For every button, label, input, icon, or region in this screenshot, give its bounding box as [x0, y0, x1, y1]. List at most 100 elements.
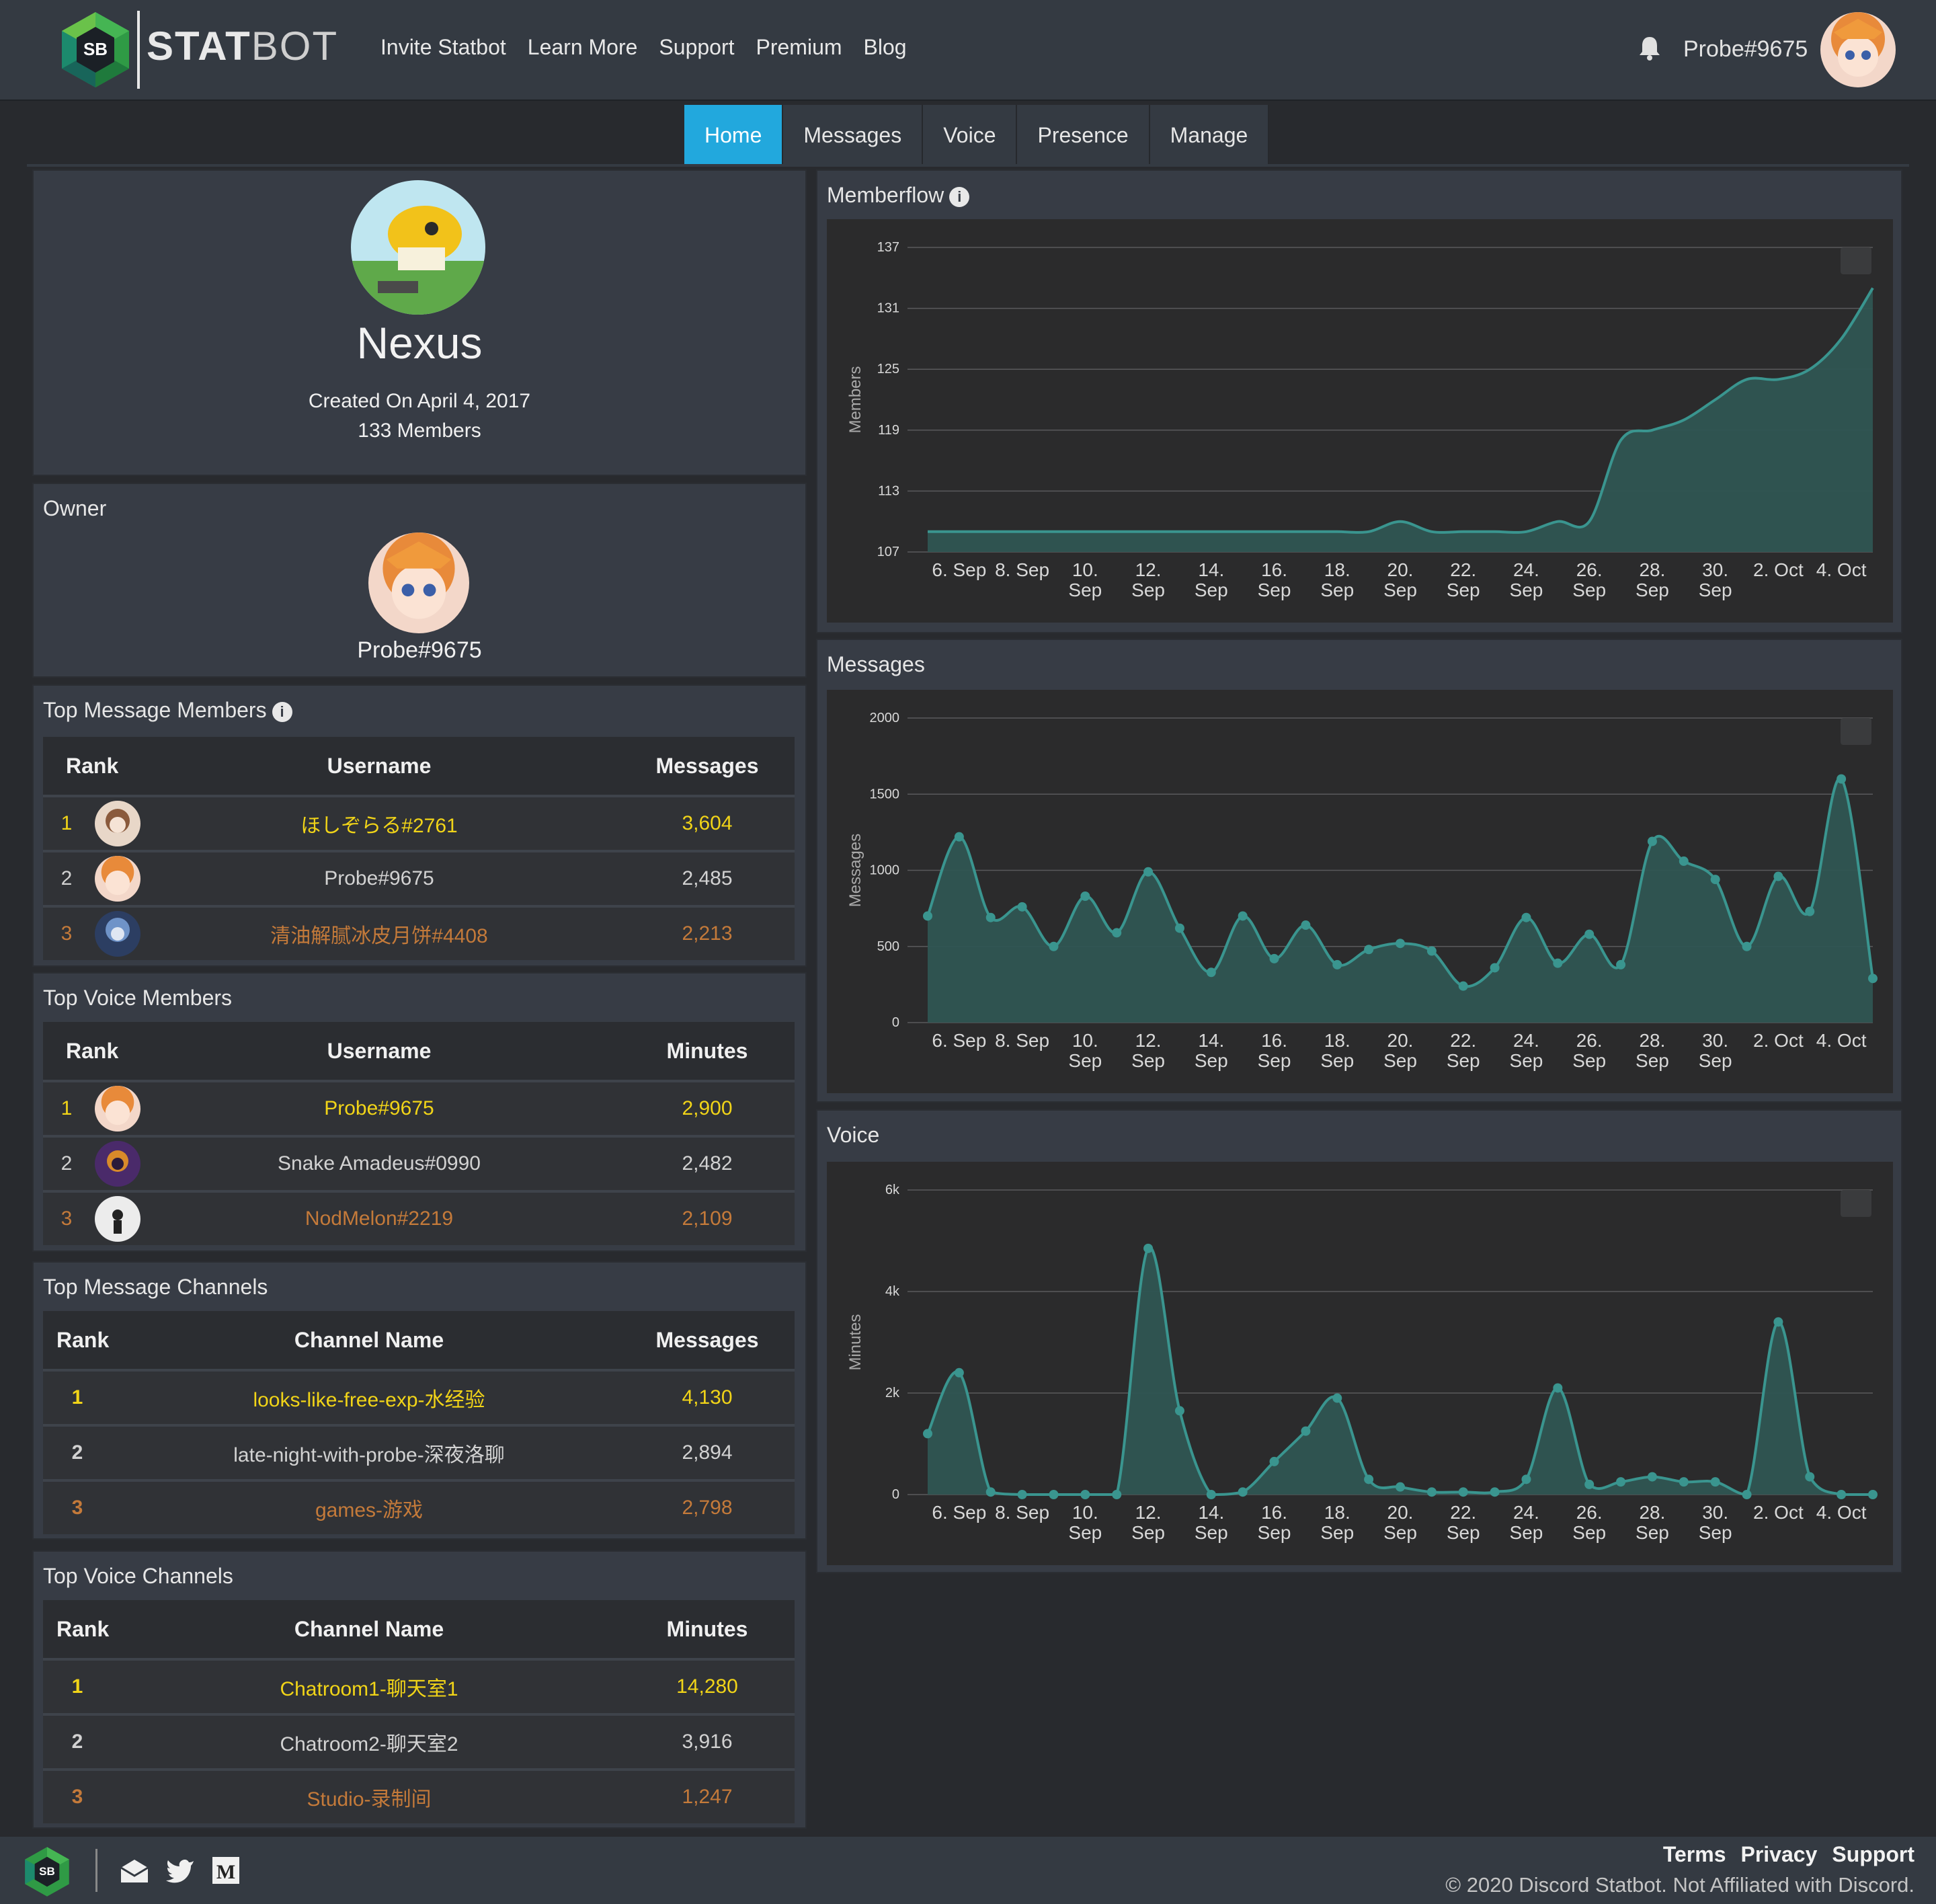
table-header: Rank Channel Name Minutes [43, 1600, 795, 1658]
data-point [1364, 1474, 1374, 1484]
data-point [985, 1487, 996, 1497]
data-point [1426, 1487, 1437, 1497]
username-cell[interactable]: Probe#9675 [144, 1082, 614, 1135]
nav-link-invite[interactable]: Invite Statbot [380, 35, 506, 60]
data-point [1269, 1456, 1279, 1466]
username-cell[interactable]: 清油解腻冰皮月饼#4408 [144, 908, 614, 960]
statbot-logo-icon[interactable]: SB [23, 1846, 71, 1897]
tab-presence[interactable]: Presence [1017, 105, 1150, 165]
table-row[interactable]: 2 Chatroom2-聊天室2 3,916 [43, 1713, 795, 1768]
mail-icon[interactable] [120, 1857, 149, 1884]
tab-home[interactable]: Home [684, 105, 784, 165]
top-voice-members-table: Rank Username Minutes 1 Probe#9675 2,900… [43, 1022, 795, 1245]
info-icon[interactable]: i [272, 701, 292, 722]
x-tick-label: 6. Sep [932, 559, 986, 580]
table-row[interactable]: 1 Chatroom1-聊天室1 14,280 [43, 1658, 795, 1713]
col-rank[interactable]: Rank [66, 737, 118, 795]
x-tick-label: 12. Sep [1131, 1502, 1165, 1543]
data-point [1017, 1490, 1027, 1499]
table-row[interactable]: 3 NodMelon#2219 2,109 [43, 1190, 795, 1245]
data-point [1805, 1472, 1815, 1482]
x-tick-label: 30. Sep [1699, 1502, 1732, 1543]
medium-icon[interactable]: M [211, 1857, 241, 1884]
col-username[interactable]: Username [144, 737, 614, 795]
col-rank[interactable]: Rank [66, 1022, 118, 1080]
svg-text:SB: SB [83, 39, 108, 59]
footer-link-terms[interactable]: Terms [1663, 1842, 1726, 1867]
data-point [1017, 902, 1027, 912]
table-row[interactable]: 2 Probe#9675 2,485 [43, 850, 795, 905]
channel-name-cell[interactable]: Chatroom2-聊天室2 [90, 1716, 648, 1768]
owner-name[interactable]: Probe#9675 [34, 637, 805, 664]
col-channel-name[interactable]: Channel Name [90, 1600, 648, 1658]
tab-voice[interactable]: Voice [923, 105, 1018, 165]
server-avatar [351, 180, 485, 315]
col-minutes[interactable]: Minutes [620, 1022, 795, 1080]
x-tick-label: 22. Sep [1447, 559, 1480, 600]
col-username[interactable]: Username [144, 1022, 614, 1080]
chart-menu-button[interactable] [1841, 247, 1871, 274]
channel-name-cell[interactable]: games-游戏 [90, 1482, 648, 1534]
nav-link-support[interactable]: Support [659, 35, 734, 60]
table-row[interactable]: 1 looks-like-free-exp-水经验 4,130 [43, 1369, 795, 1424]
footer-link-support[interactable]: Support [1832, 1842, 1914, 1867]
x-tick-label: 4. Oct [1816, 1030, 1867, 1051]
y-tick-label: 131 [877, 301, 899, 316]
top-message-members-table: Rank Username Messages 1 ほしぞらる#2761 3,60… [43, 737, 795, 960]
tab-manage[interactable]: Manage [1150, 105, 1270, 165]
table-row[interactable]: 2 late-night-with-probe-深夜洛聊 2,894 [43, 1424, 795, 1479]
col-messages[interactable]: Messages [620, 737, 795, 795]
rank-cell: 3 [61, 1207, 73, 1230]
username-cell[interactable]: Probe#9675 [144, 852, 614, 905]
bell-icon[interactable] [1638, 35, 1662, 62]
table-row[interactable]: 2 Snake Amadeus#0990 2,482 [43, 1135, 795, 1190]
nav-link-blog[interactable]: Blog [864, 35, 907, 60]
chart-menu-button[interactable] [1841, 718, 1871, 745]
data-point [1301, 920, 1311, 930]
footer-divider [95, 1849, 97, 1892]
username-cell[interactable]: Snake Amadeus#0990 [144, 1138, 614, 1190]
table-row[interactable]: 3 Studio-录制间 1,247 [43, 1768, 795, 1823]
table-row[interactable]: 3 games-游戏 2,798 [43, 1479, 795, 1534]
channel-name-cell[interactable]: Studio-录制间 [90, 1771, 648, 1823]
table-row[interactable]: 3 清油解腻冰皮月饼#4408 2,213 [43, 905, 795, 960]
col-channel-name[interactable]: Channel Name [90, 1311, 648, 1369]
statbot-logo-icon[interactable]: SB [59, 11, 132, 89]
x-tick-label: 14. Sep [1195, 1502, 1228, 1543]
twitter-icon[interactable] [165, 1857, 195, 1884]
channel-name-cell[interactable]: looks-like-free-exp-水经验 [90, 1372, 648, 1424]
svg-text:SB: SB [39, 1865, 55, 1878]
server-card: Nexus Created On April 4, 2017 133 Membe… [32, 169, 807, 476]
x-tick-label: 20. Sep [1383, 559, 1417, 600]
channel-name-cell[interactable]: Chatroom1-聊天室1 [90, 1661, 648, 1713]
chart-menu-button[interactable] [1841, 1190, 1871, 1217]
data-point [1553, 1383, 1563, 1393]
brand-wordmark[interactable]: STATBOT [147, 23, 338, 69]
voice-chart-svg: 0 2k 4k 6k Minutes 6. Sep 8. Sep 10. Sep 12. Sep 14… [846, 1183, 1878, 1543]
col-minutes[interactable]: Minutes [620, 1600, 795, 1658]
table-row[interactable]: 1 ほしぞらる#2761 3,604 [43, 795, 795, 850]
x-tick-label: 12. Sep [1131, 1030, 1165, 1071]
x-tick-label: 26. Sep [1572, 1502, 1606, 1543]
x-tick-label: 2. Oct [1753, 1502, 1804, 1523]
memberflow-chart: 107 113 119 125 131 137 Members 6. Sep 8. Sep 10.… [827, 219, 1893, 623]
x-tick-label: 10. Sep [1068, 1030, 1102, 1071]
nav-link-premium[interactable]: Premium [756, 35, 842, 60]
info-icon[interactable]: i [949, 186, 970, 207]
col-messages[interactable]: Messages [620, 1311, 795, 1369]
nav-link-learn-more[interactable]: Learn More [528, 35, 638, 60]
username-cell[interactable]: ほしぞらる#2761 [144, 797, 614, 850]
user-avatar[interactable] [1820, 12, 1896, 87]
username-cell[interactable]: NodMelon#2219 [144, 1193, 614, 1245]
table-row[interactable]: 1 Probe#9675 2,900 [43, 1080, 795, 1135]
panel-title: Messages [827, 652, 925, 676]
series-line [926, 1246, 1873, 1497]
channel-name-cell[interactable]: late-night-with-probe-深夜洛聊 [90, 1427, 648, 1479]
x-tick-label: 18. Sep [1320, 1502, 1354, 1543]
content-top-bar [27, 164, 1909, 167]
rank-cell: 1 [61, 1097, 73, 1119]
footer-link-privacy[interactable]: Privacy [1740, 1842, 1817, 1867]
tab-messages[interactable]: Messages [783, 105, 924, 165]
user-name[interactable]: Probe#9675 [1683, 36, 1808, 63]
owner-avatar[interactable] [368, 532, 469, 633]
